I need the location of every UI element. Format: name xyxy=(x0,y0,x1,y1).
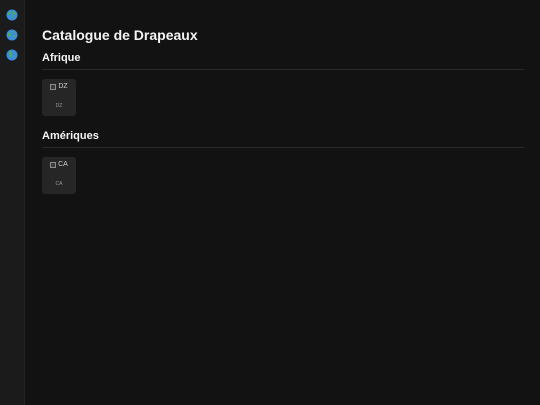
page-title: Catalogue de Drapeaux xyxy=(42,27,198,43)
globe-icon xyxy=(6,29,18,41)
app-window: Catalogue de Drapeaux Afrique DZ DZ Amér… xyxy=(0,0,540,405)
broken-image-icon xyxy=(50,83,57,90)
flag-image: CA xyxy=(42,159,76,170)
region-afrique: Afrique DZ DZ xyxy=(42,52,524,116)
flag-image: DZ xyxy=(42,81,76,92)
flag-card-ca[interactable]: CA CA xyxy=(42,157,76,194)
region-title: Afrique xyxy=(42,52,524,70)
globe-icon xyxy=(6,49,18,61)
main-content: Catalogue de Drapeaux Afrique DZ DZ Amér… xyxy=(25,0,540,405)
region-title: Amériques xyxy=(42,130,524,148)
globe-icon xyxy=(6,9,18,21)
broken-image-icon xyxy=(50,161,57,168)
sidebar xyxy=(0,0,25,405)
flag-alt-text: DZ xyxy=(58,83,68,90)
flag-code: DZ xyxy=(55,103,63,109)
flag-grid: DZ DZ xyxy=(42,79,524,116)
flag-code: CA xyxy=(55,181,63,187)
sidebar-item-globe-2[interactable] xyxy=(4,27,20,43)
flag-alt-text: CA xyxy=(58,161,68,168)
sidebar-item-globe-3[interactable] xyxy=(4,47,20,63)
flag-card-dz[interactable]: DZ DZ xyxy=(42,79,76,116)
flag-grid: CA CA xyxy=(42,157,524,194)
sidebar-item-globe-1[interactable] xyxy=(4,7,20,23)
region-ameriques: Amériques CA CA xyxy=(42,130,524,194)
